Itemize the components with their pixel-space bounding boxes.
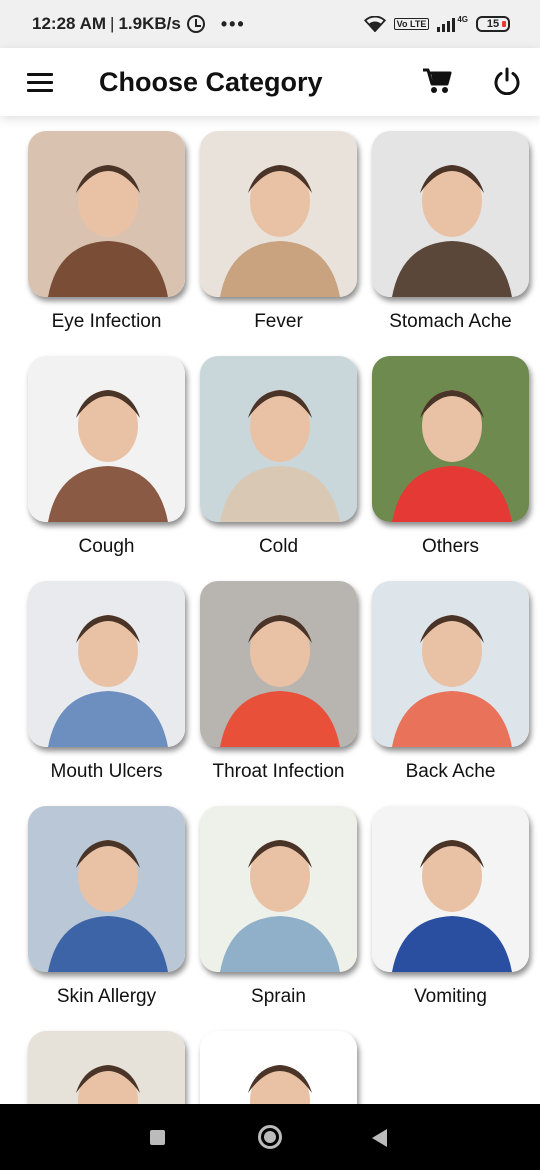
- status-time: 12:28 AM: [32, 14, 107, 33]
- category-tile[interactable]: Eye Infection: [28, 131, 188, 333]
- category-image[interactable]: [28, 581, 185, 747]
- category-image[interactable]: [372, 806, 529, 972]
- category-label: Fever: [254, 311, 303, 332]
- category-image[interactable]: [200, 356, 357, 522]
- category-image[interactable]: [28, 806, 185, 972]
- app-bar: Choose Category: [0, 48, 540, 116]
- status-network-speed: 1.9KB/s: [118, 14, 181, 33]
- battery-level: 15: [486, 18, 500, 30]
- category-label: Mouth Ulcers: [50, 761, 163, 782]
- category-grid: Eye Infection Fever Stomach Ache Cough Cold O…: [0, 116, 540, 1104]
- category-label: Sprain: [251, 986, 306, 1007]
- category-image[interactable]: [28, 1031, 185, 1104]
- status-separator: |: [110, 14, 115, 33]
- category-image[interactable]: [28, 356, 185, 522]
- category-tile[interactable]: Others: [372, 356, 532, 558]
- category-tile[interactable]: Sprain: [200, 806, 360, 1008]
- category-tile[interactable]: [28, 1031, 188, 1104]
- category-tile[interactable]: Vomiting: [372, 806, 532, 1008]
- page-title: Choose Category: [99, 66, 323, 97]
- power-icon[interactable]: [488, 62, 526, 100]
- category-tile[interactable]: Fever: [200, 131, 360, 333]
- system-nav-bar: [0, 1104, 540, 1170]
- category-tile[interactable]: [200, 1031, 360, 1104]
- home-circle-icon[interactable]: [258, 1125, 282, 1149]
- category-image[interactable]: [372, 356, 529, 522]
- category-tile[interactable]: Back Ache: [372, 581, 532, 783]
- category-tile[interactable]: Stomach Ache: [372, 131, 532, 333]
- signal-icon: [437, 16, 456, 32]
- category-label: Eye Infection: [51, 311, 162, 332]
- volte-badge: Vo LTE: [393, 18, 430, 30]
- category-tile[interactable]: Cough: [28, 356, 188, 558]
- category-tile[interactable]: Throat Infection: [200, 581, 360, 783]
- category-label: Skin Allergy: [56, 986, 157, 1007]
- category-image[interactable]: [200, 131, 357, 297]
- category-label: Vomiting: [414, 986, 487, 1007]
- wifi-icon: [363, 16, 386, 32]
- category-label: Cold: [258, 536, 299, 557]
- category-image[interactable]: [200, 806, 357, 972]
- status-indicators: Vo LTE 4G 15: [363, 14, 510, 32]
- category-label: Cough: [78, 536, 135, 557]
- battery-icon: 15: [476, 16, 510, 32]
- category-image[interactable]: [200, 1031, 357, 1104]
- category-image[interactable]: [372, 131, 529, 297]
- recents-square-icon[interactable]: [150, 1130, 165, 1145]
- category-tile[interactable]: Skin Allergy: [28, 806, 188, 1008]
- shopping-cart-icon[interactable]: [418, 62, 456, 100]
- hamburger-menu-icon[interactable]: [0, 48, 80, 116]
- category-image[interactable]: [372, 581, 529, 747]
- category-label: Others: [421, 536, 480, 557]
- status-bar: 12:28 AM | 1.9KB/s ••• Vo LTE 4G 15: [0, 0, 540, 48]
- alarm-icon: [186, 15, 205, 33]
- more-notifications-icon: •••: [220, 13, 246, 34]
- category-image[interactable]: [200, 581, 357, 747]
- back-triangle-icon[interactable]: [372, 1129, 387, 1147]
- category-label: Throat Infection: [212, 761, 345, 782]
- category-image[interactable]: [28, 131, 185, 297]
- network-type: 4G: [457, 14, 468, 24]
- category-label: Stomach Ache: [389, 311, 512, 332]
- category-label: Back Ache: [405, 761, 496, 782]
- category-tile[interactable]: Mouth Ulcers: [28, 581, 188, 783]
- category-tile[interactable]: Cold: [200, 356, 360, 558]
